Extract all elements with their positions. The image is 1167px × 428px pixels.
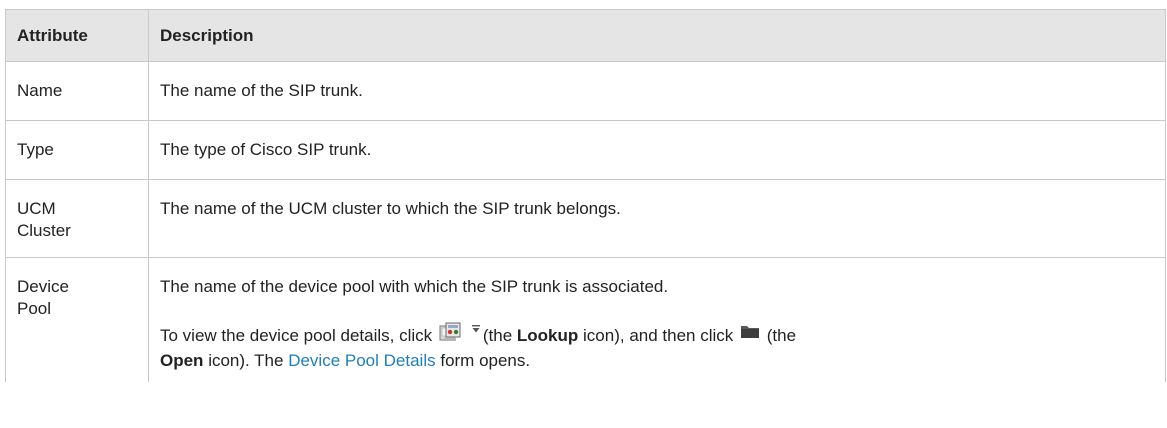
device-pool-instructions: To view the device pool details, click (… (160, 315, 1157, 373)
attribute-line: Pool (17, 299, 52, 318)
instruction-text: (the (766, 326, 797, 345)
folder-icon[interactable] (740, 321, 760, 338)
instruction-text: (the (482, 326, 513, 345)
table-row: Device Pool The name of the device pool … (5, 257, 1166, 382)
device-pool-description: The name of the device pool with which t… (160, 277, 669, 296)
table-row: Type The type of Cisco SIP trunk. (5, 120, 1166, 180)
attribute-cell-device-pool: Device Pool (5, 257, 149, 382)
instruction-text: To view the device pool details, click (160, 326, 433, 345)
table-header-row: Attribute Description (5, 9, 1166, 62)
attribute-cell-type: Type (5, 120, 149, 180)
description-cell-device-pool: The name of the device pool with which t… (148, 257, 1166, 382)
device-pool-details-link[interactable]: Device Pool Details (288, 351, 435, 370)
description-cell-type: The type of Cisco SIP trunk. (148, 120, 1166, 180)
lookup-icon[interactable] (439, 322, 463, 344)
lookup-label: Lookup (516, 326, 579, 345)
attributes-table: Attribute Description Name The name of t… (5, 9, 1166, 382)
attribute-line: Device (17, 277, 69, 296)
attribute-cell-name: Name (5, 61, 149, 121)
chevron-down-icon[interactable] (471, 315, 481, 333)
table-row: Name The name of the SIP trunk. (5, 61, 1166, 121)
table-row: UCM Cluster The name of the UCM cluster … (5, 179, 1166, 258)
instruction-text: form opens. (440, 351, 531, 370)
description-cell-ucm-cluster: The name of the UCM cluster to which the… (148, 179, 1166, 258)
attribute-cell-ucm-cluster: UCM Cluster (5, 179, 149, 258)
instruction-text: icon). The (208, 351, 284, 370)
attribute-line: UCM (17, 199, 56, 218)
header-attribute: Attribute (5, 9, 149, 62)
header-description: Description (148, 9, 1166, 62)
open-label: Open (160, 351, 204, 370)
instruction-text: icon), and then click (583, 326, 734, 345)
description-cell-name: The name of the SIP trunk. (148, 61, 1166, 121)
attribute-line: Cluster (17, 221, 71, 240)
